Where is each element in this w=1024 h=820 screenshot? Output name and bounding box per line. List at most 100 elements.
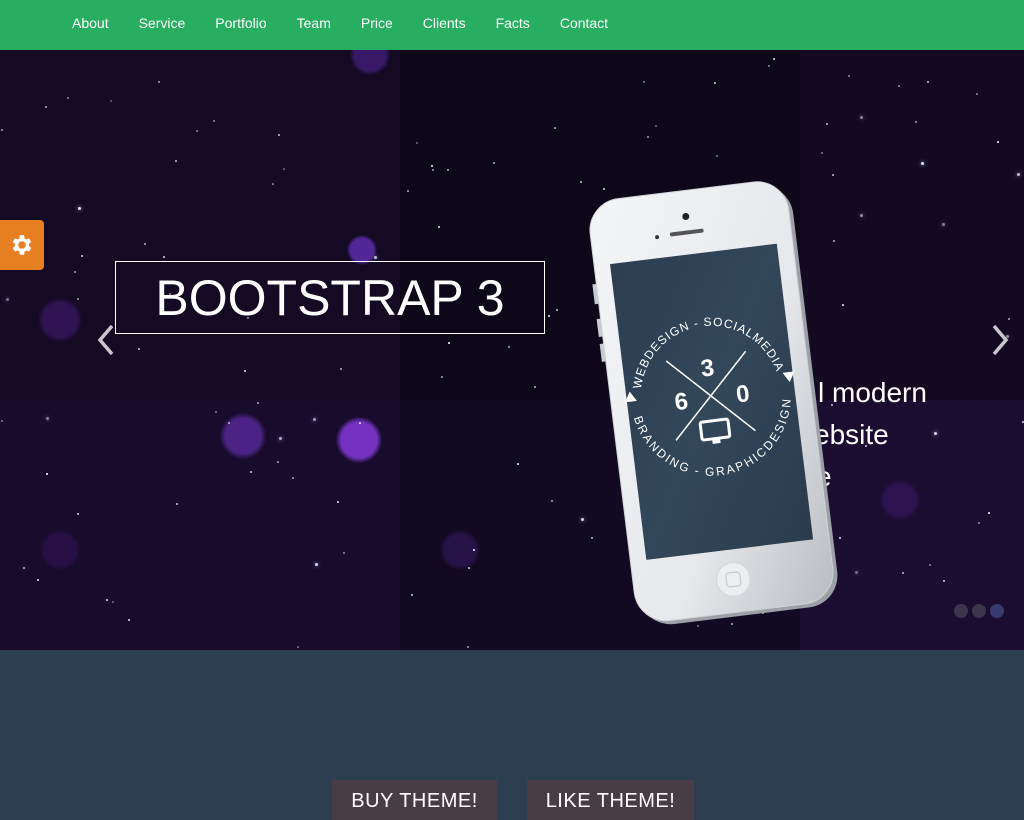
- star: [716, 155, 718, 157]
- star: [257, 402, 259, 404]
- star: [313, 418, 316, 421]
- star: [343, 552, 345, 554]
- star: [551, 500, 553, 502]
- bokeh-light: [40, 530, 80, 570]
- star: [77, 513, 79, 515]
- star: [340, 368, 342, 370]
- slide-title-box: BOOTSTRAP 3: [115, 261, 545, 334]
- star: [655, 125, 657, 127]
- star: [37, 579, 39, 581]
- star: [934, 432, 937, 435]
- carousel-indicator-3[interactable]: [990, 604, 1004, 618]
- star: [921, 162, 924, 165]
- star: [473, 549, 475, 551]
- star: [138, 348, 140, 350]
- star: [898, 85, 900, 87]
- nav-link-facts[interactable]: Facts: [481, 0, 545, 46]
- star: [278, 134, 280, 136]
- star: [81, 255, 83, 257]
- star: [337, 501, 339, 503]
- star: [447, 169, 449, 171]
- cta-section: BUY THEME! LIKE THEME!: [0, 650, 1024, 820]
- star: [1, 129, 3, 131]
- star: [297, 646, 299, 648]
- carousel-prev-button[interactable]: [92, 320, 122, 360]
- star: [374, 256, 377, 259]
- nav-link-team[interactable]: Team: [282, 0, 346, 46]
- star: [175, 160, 177, 162]
- star: [942, 223, 945, 226]
- star: [643, 81, 645, 83]
- star: [77, 298, 79, 300]
- star: [292, 477, 294, 479]
- star: [976, 93, 978, 95]
- star: [277, 461, 279, 463]
- star: [915, 121, 917, 123]
- star: [144, 243, 146, 245]
- star: [416, 142, 418, 144]
- nav-link-contact[interactable]: Contact: [545, 0, 623, 46]
- star: [448, 342, 450, 344]
- star: [860, 214, 863, 217]
- chevron-right-icon: [992, 324, 1009, 356]
- chevron-left-icon: [97, 324, 114, 356]
- star: [67, 97, 69, 99]
- carousel-indicator-1[interactable]: [954, 604, 968, 618]
- star: [821, 152, 823, 154]
- bokeh-light: [38, 298, 82, 342]
- carousel-indicator-2[interactable]: [972, 604, 986, 618]
- star: [773, 58, 775, 60]
- star: [978, 522, 980, 524]
- star: [215, 411, 217, 413]
- like-theme-button[interactable]: LIKE THEME!: [527, 780, 694, 820]
- phone-illustration: WEBDESIGN - SOCIALMEDIA BRANDING - GRAPH…: [589, 181, 838, 625]
- star: [1, 420, 3, 422]
- star: [943, 580, 945, 582]
- star: [768, 65, 770, 67]
- star: [534, 386, 536, 388]
- bokeh-light: [336, 417, 382, 463]
- star: [1017, 173, 1020, 176]
- buy-theme-button[interactable]: BUY THEME!: [332, 780, 497, 820]
- nav-link-portfolio[interactable]: Portfolio: [200, 0, 281, 46]
- star: [826, 123, 828, 125]
- star: [508, 346, 510, 348]
- carousel-indicators: [954, 604, 1004, 618]
- star: [902, 572, 904, 574]
- star: [647, 136, 649, 138]
- nav-link-price[interactable]: Price: [346, 0, 408, 46]
- settings-toggle-button[interactable]: [0, 220, 44, 270]
- star: [432, 169, 434, 171]
- carousel-next-button[interactable]: [986, 320, 1016, 360]
- star: [997, 141, 999, 143]
- star: [163, 256, 165, 258]
- bokeh-light: [220, 413, 266, 459]
- star: [213, 120, 215, 122]
- star: [431, 165, 433, 167]
- star: [112, 601, 114, 603]
- star: [128, 619, 130, 621]
- star: [714, 82, 716, 84]
- star: [46, 473, 48, 475]
- star: [6, 298, 9, 301]
- star: [74, 271, 76, 273]
- background-tile: [0, 50, 400, 400]
- star: [196, 130, 198, 132]
- star: [548, 315, 550, 317]
- star: [110, 100, 112, 102]
- star: [106, 599, 108, 601]
- star: [554, 127, 556, 129]
- star: [315, 563, 318, 566]
- star: [359, 422, 361, 424]
- star: [988, 512, 990, 514]
- star: [244, 370, 246, 372]
- top-navbar: About Service Portfolio Team Price Clien…: [0, 0, 1024, 50]
- nav-link-service[interactable]: Service: [124, 0, 201, 46]
- star: [407, 190, 409, 192]
- star: [832, 174, 834, 176]
- nav-link-clients[interactable]: Clients: [408, 0, 481, 46]
- gear-icon: [12, 235, 32, 255]
- star: [441, 376, 443, 378]
- nav-menu: About Service Portfolio Team Price Clien…: [57, 0, 623, 50]
- nav-link-about[interactable]: About: [57, 0, 124, 46]
